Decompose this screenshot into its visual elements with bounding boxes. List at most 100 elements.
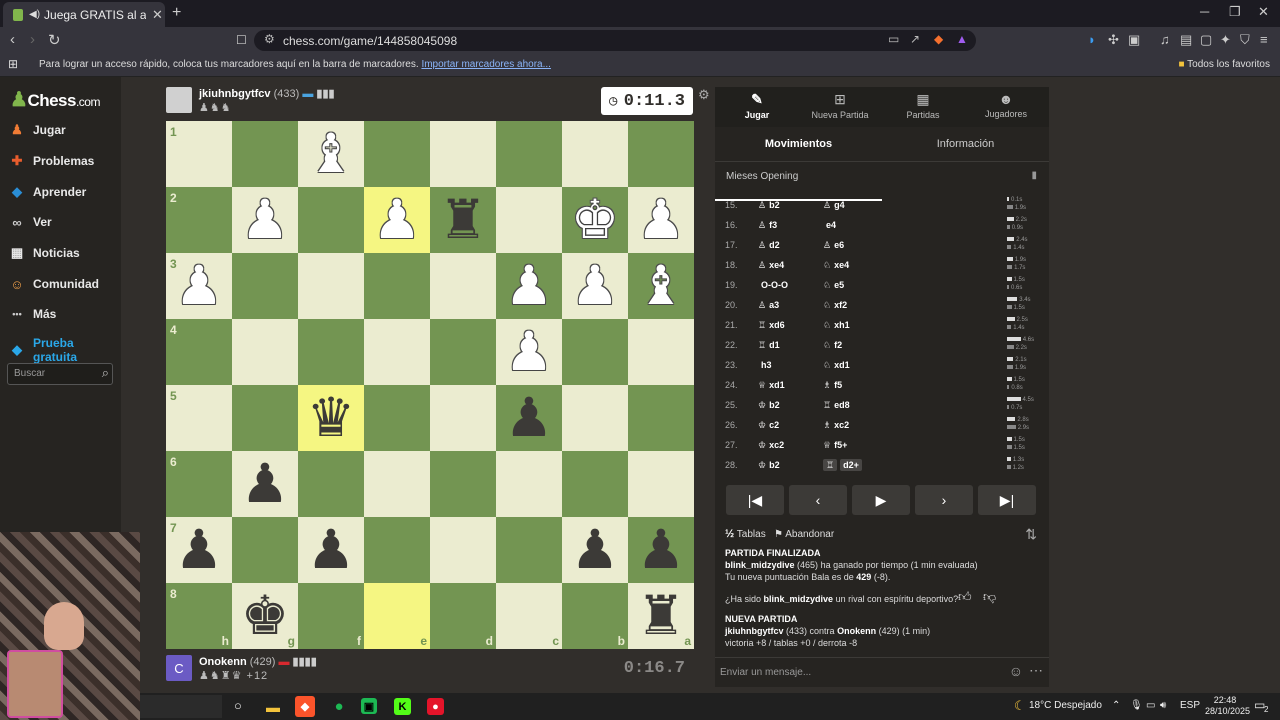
white-move[interactable]: ♔ b2: [758, 460, 780, 471]
wallet-icon[interactable]: ◗: [1088, 32, 1096, 47]
square-d8[interactable]: d: [430, 583, 496, 649]
brave-icon[interactable]: ◆: [295, 696, 315, 717]
square-d6[interactable]: [430, 451, 496, 517]
clock[interactable]: 22:48 28/10/2025: [1205, 695, 1250, 717]
black-move[interactable]: ♖ d2+: [823, 459, 862, 471]
browser-tab[interactable]: ◀) Juega GRATIS al ajedrez online ✕: [3, 2, 165, 27]
resign-button[interactable]: Abandonar: [785, 529, 834, 540]
square-h4[interactable]: 4: [166, 319, 232, 385]
square-d4[interactable]: [430, 319, 496, 385]
square-b6[interactable]: [562, 451, 628, 517]
square-d5[interactable]: [430, 385, 496, 451]
sport-q-name[interactable]: blink_midzydive: [764, 594, 834, 604]
white-piece-a3[interactable]: ♝: [628, 253, 694, 319]
square-h8[interactable]: 8h: [166, 583, 232, 649]
black-piece-c5[interactable]: ♟: [496, 385, 562, 451]
white-move[interactable]: h3: [758, 360, 772, 370]
white-move[interactable]: ♙ xe4: [758, 260, 784, 271]
square-a4[interactable]: [628, 319, 694, 385]
reload-icon[interactable]: ↻: [48, 31, 61, 49]
top-player-avatar[interactable]: [166, 87, 192, 113]
square-a6[interactable]: [628, 451, 694, 517]
back-icon[interactable]: ‹: [10, 31, 15, 48]
square-a1[interactable]: [628, 121, 694, 187]
tray-chevron-icon[interactable]: ⌃: [1112, 700, 1120, 711]
white-piece-f1[interactable]: ♝: [298, 121, 364, 187]
square-g4[interactable]: [232, 319, 298, 385]
cast-icon[interactable]: ▭: [888, 32, 899, 46]
square-f8[interactable]: f: [298, 583, 364, 649]
bottom-player-avatar[interactable]: C: [166, 655, 192, 681]
rewards-icon[interactable]: ▲: [956, 32, 968, 46]
sidebar-panel-icon[interactable]: ▣: [1128, 32, 1140, 48]
square-a5[interactable]: [628, 385, 694, 451]
square-b5[interactable]: [562, 385, 628, 451]
site-info-icon[interactable]: ⚙: [264, 32, 275, 46]
sidebar-item-0[interactable]: ♟ Jugar: [8, 121, 66, 139]
sidebar-item-3[interactable]: ∞ Ver: [8, 213, 51, 231]
black-move[interactable]: ♘ xd1: [823, 360, 850, 371]
brave-shield-icon[interactable]: ◆: [934, 32, 943, 46]
square-e8[interactable]: e: [364, 583, 430, 649]
square-f6[interactable]: [298, 451, 364, 517]
sidebar-item-1[interactable]: ✚ Problemas: [8, 152, 95, 170]
white-move[interactable]: ♙ a3: [758, 300, 779, 311]
square-g3[interactable]: [232, 253, 298, 319]
sidebar-item-5[interactable]: ☺ Comunidad: [8, 275, 99, 293]
chesscom-logo[interactable]: ♟Chess.com: [10, 87, 100, 112]
sidebar-item-7[interactable]: ◆ Prueba gratuita: [8, 336, 121, 364]
file-explorer-icon[interactable]: ▬: [262, 696, 284, 717]
first-move-button[interactable]: |◀: [726, 485, 784, 515]
panel-tab-1[interactable]: ⊞ Nueva Partida: [798, 91, 882, 120]
language-indicator[interactable]: ESP: [1180, 700, 1200, 711]
extensions-icon[interactable]: ✣: [1108, 32, 1119, 48]
white-move[interactable]: ♖ xd6: [758, 320, 785, 331]
black-move[interactable]: ♘ xh1: [823, 320, 850, 331]
white-move[interactable]: ♕ xd1: [758, 380, 785, 391]
square-e6[interactable]: [364, 451, 430, 517]
forward-icon[interactable]: ›: [30, 31, 35, 48]
sidebar-item-2[interactable]: ◆ Aprender: [8, 183, 86, 201]
white-piece-b3[interactable]: ♟: [562, 253, 628, 319]
panel-tab-3[interactable]: ☻ Jugadores: [964, 91, 1048, 119]
ng-player1[interactable]: jkiuhnbgytfcv: [725, 626, 784, 636]
square-e4[interactable]: [364, 319, 430, 385]
task-view-icon[interactable]: ○: [234, 698, 242, 713]
square-g7[interactable]: [232, 517, 298, 583]
bottom-player-name[interactable]: Onokenn: [199, 656, 247, 668]
sidebar-item-6[interactable]: ••• Más: [8, 305, 56, 323]
bookmark-icon[interactable]: ☐: [236, 33, 247, 47]
square-h2[interactable]: 2: [166, 187, 232, 253]
white-piece-a2[interactable]: ♟: [628, 187, 694, 253]
black-move[interactable]: ♕ f5+: [823, 440, 847, 451]
black-piece-d2[interactable]: ♜: [430, 187, 496, 253]
white-move[interactable]: O-O-O: [758, 280, 788, 290]
white-piece-g2[interactable]: ♟: [232, 187, 298, 253]
black-move[interactable]: ♘ e5: [823, 280, 844, 291]
black-piece-f5[interactable]: ♛: [298, 385, 364, 451]
white-piece-b2[interactable]: ♚: [562, 187, 628, 253]
volume-icon[interactable]: 🔊︎: [1160, 700, 1166, 711]
square-h6[interactable]: 6: [166, 451, 232, 517]
menu-icon[interactable]: ≡: [1260, 32, 1268, 47]
media-icon[interactable]: ♫: [1160, 32, 1170, 47]
more-options-icon[interactable]: ⋯: [1029, 662, 1043, 679]
network-icon[interactable]: ▭: [1146, 700, 1155, 711]
white-move[interactable]: ♔ c2: [758, 420, 779, 431]
white-move[interactable]: ♙ f3: [758, 220, 777, 231]
draw-button[interactable]: Tablas: [737, 529, 766, 540]
tab-movimientos[interactable]: Movimientos: [715, 138, 882, 150]
black-move[interactable]: ♘ xe4: [823, 260, 849, 271]
chat-input[interactable]: Enviar un mensaje... ☺ ⋯: [715, 657, 1049, 688]
sidebar-icon[interactable]: ▤: [1180, 32, 1192, 48]
square-c2[interactable]: [496, 187, 562, 253]
panel-tab-0[interactable]: ✎ Jugar: [715, 91, 799, 120]
taskbar-search[interactable]: [140, 695, 222, 718]
winner-name[interactable]: blink_midzydive: [725, 560, 795, 570]
white-piece-c4[interactable]: ♟: [496, 319, 562, 385]
streamlabs-icon[interactable]: ▣: [361, 698, 377, 714]
square-e7[interactable]: [364, 517, 430, 583]
search-icon[interactable]: ⌕: [102, 365, 109, 381]
black-piece-a7[interactable]: ♟: [628, 517, 694, 583]
square-e1[interactable]: [364, 121, 430, 187]
